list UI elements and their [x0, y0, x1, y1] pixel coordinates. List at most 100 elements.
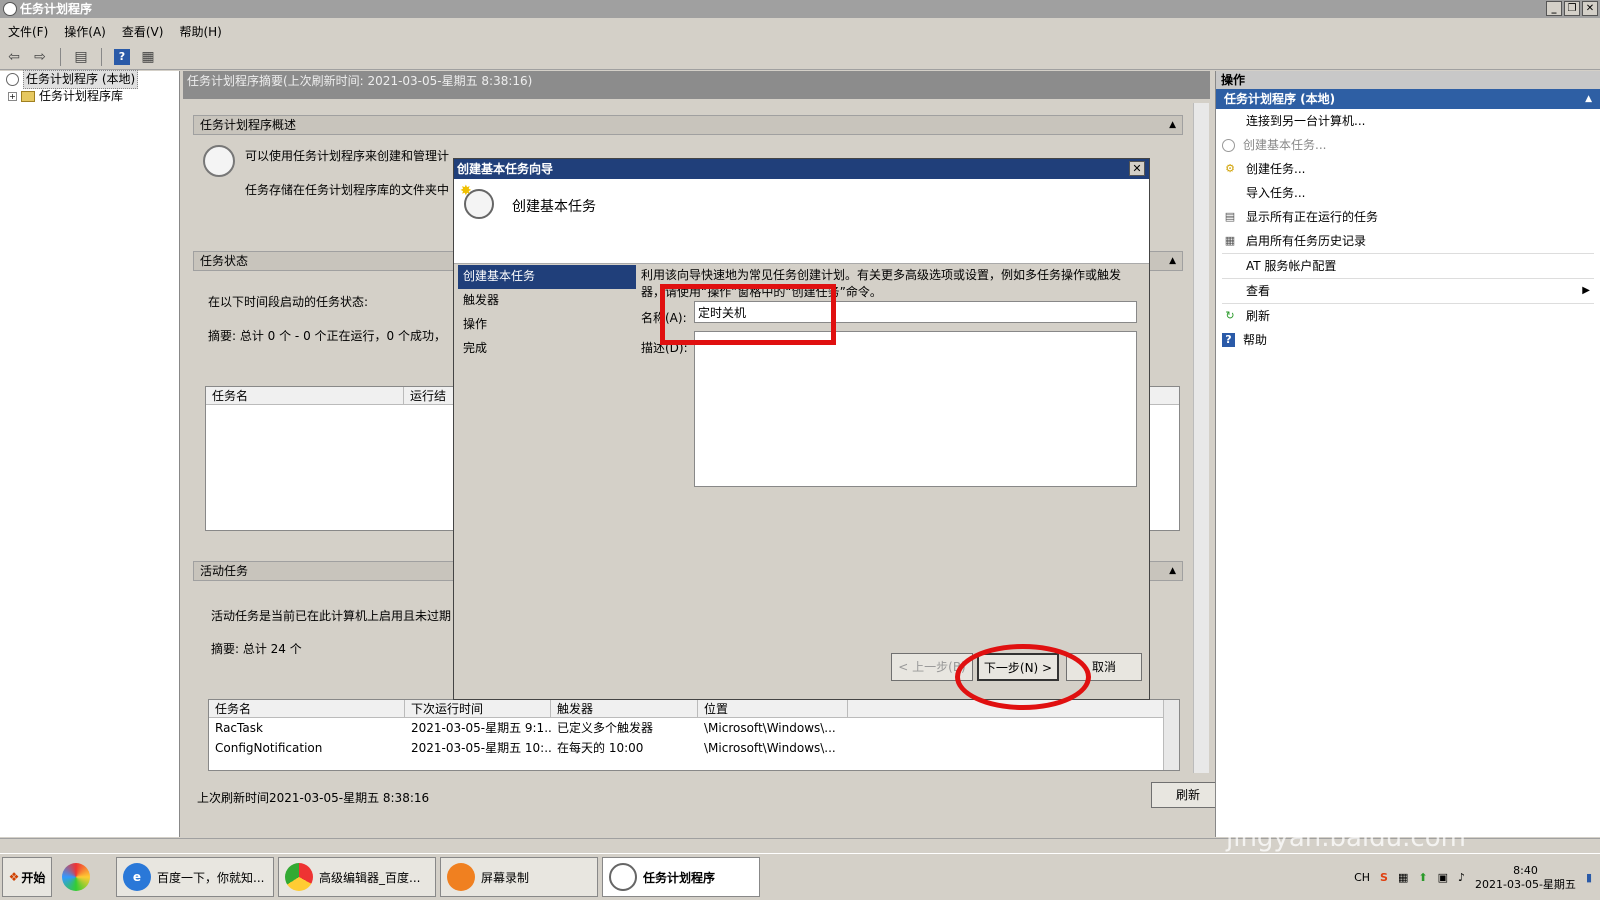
folder-icon [21, 91, 35, 102]
name-input[interactable]: 定时关机 [694, 301, 1137, 323]
back-button[interactable]: < 上一步(B) [891, 653, 973, 681]
status-title: 任务状态 [200, 254, 249, 268]
start-button[interactable]: ❖ 开始 [2, 857, 52, 897]
action-import-task[interactable]: 导入任务... [1216, 181, 1600, 205]
wizard-step-create[interactable]: 创建基本任务 [458, 265, 636, 289]
action-label: 连接到另一台计算机... [1246, 114, 1366, 128]
cell-next-run [405, 758, 551, 770]
sogou-icon[interactable]: S [1380, 871, 1388, 884]
dialog-close-button[interactable]: ✕ [1129, 161, 1145, 176]
actions-section-header[interactable]: 任务计划程序 (本地) ▲ [1216, 89, 1600, 109]
refresh-button[interactable]: 刷新 [1151, 782, 1225, 808]
wizard-description: 利用该向导快速地为常见任务创建计划。有关更多高级选项或设置，例如多任务操作或触发… [641, 267, 1141, 301]
menu-help[interactable]: 帮助(H) [179, 23, 221, 40]
wizard-step-action[interactable]: 操作 [458, 313, 636, 337]
cell-location: \Microsoft\Windows\... [704, 741, 836, 755]
collapse-icon[interactable]: ▲ [1169, 562, 1176, 580]
wizard-steps: 创建基本任务 触发器 操作 完成 [458, 265, 636, 361]
action-create-basic-task[interactable]: 创建基本任务... [1216, 133, 1600, 157]
minimize-button[interactable]: _ [1546, 1, 1562, 16]
wizard-step-finish[interactable]: 完成 [458, 337, 636, 361]
wizard-description-line2: 器，请使用“操作”窗格中的“创建任务”命令。 [641, 285, 882, 299]
table-row[interactable]: ConfigNotification 2021-03-05-星期五 10:...… [209, 738, 1179, 758]
tree-item-library[interactable]: + 任务计划程序库 [0, 88, 179, 105]
column-task-name[interactable]: 任务名 [206, 387, 404, 404]
toolbar-separator [60, 47, 61, 66]
action-connect-computer[interactable]: 连接到另一台计算机... [1216, 109, 1600, 133]
show-hide-tree-icon[interactable]: ▤ [71, 47, 91, 67]
action-help[interactable]: ? 帮助 [1216, 328, 1600, 352]
network-icon[interactable]: ▦ [1398, 871, 1408, 884]
volume-icon[interactable]: ♪ [1458, 871, 1465, 884]
next-button[interactable]: 下一步(N) > [977, 653, 1059, 681]
collapse-icon[interactable]: ▲ [1169, 252, 1176, 270]
taskbar-item-recorder[interactable]: 屏幕录制 [440, 857, 598, 897]
window-controls: _ ❐ ✕ [1546, 1, 1598, 16]
dialog-titlebar: 创建基本任务向导 ✕ [454, 159, 1149, 179]
clock-icon [203, 145, 235, 177]
clock-icon [609, 863, 637, 891]
quick-launch-app[interactable] [56, 857, 112, 897]
menu-action[interactable]: 操作(A) [64, 23, 106, 40]
action-create-task[interactable]: ⚙ 创建任务... [1216, 157, 1600, 181]
action-show-running[interactable]: ▤ 显示所有正在运行的任务 [1216, 205, 1600, 229]
back-arrow-icon[interactable]: ⇦ [4, 47, 24, 67]
action-label: 创建任务... [1246, 162, 1306, 176]
clock-time: 8:40 [1513, 863, 1538, 877]
column-next-run[interactable]: 下次运行时间 [405, 700, 551, 717]
screen-recorder-icon [447, 863, 475, 891]
status-line1: 在以下时间段启动的任务状态: [208, 295, 369, 309]
wizard-step-trigger[interactable]: 触发器 [458, 289, 636, 313]
active-title: 活动任务 [200, 564, 249, 578]
clock[interactable]: 8:40 2021-03-05-星期五 [1475, 864, 1576, 892]
summary-scrollbar[interactable] [1193, 103, 1209, 773]
show-hide-action-pane-icon[interactable]: ▦ [138, 47, 158, 67]
column-trigger[interactable]: 触发器 [551, 700, 698, 717]
taskbar: ❖ 开始 e 百度一下，你就知... 高级编辑器_百度... 屏幕录制 任务计划… [0, 853, 1600, 900]
help-icon: ? [1222, 333, 1235, 347]
system-tray: CH S ▦ ⬆ ▣ ♪ 8:40 2021-03-05-星期五 ▮ [1346, 854, 1600, 900]
active-summary: 摘要: 总计 24 个 [211, 642, 302, 656]
show-desktop-icon[interactable]: ▮ [1586, 871, 1592, 884]
taskbar-item-label: 百度一下，你就知... [157, 870, 265, 885]
list-scrollbar[interactable] [1163, 700, 1179, 770]
menu-view[interactable]: 查看(V) [122, 23, 164, 40]
action-label: 查看 [1246, 284, 1271, 298]
table-row[interactable]: RacTask 2021-03-05-星期五 9:1... 已定义多个触发器 \… [209, 718, 1179, 738]
cell-task-name [209, 758, 405, 770]
column-location[interactable]: 位置 [698, 700, 848, 717]
star-icon: ✸ [460, 183, 472, 199]
action-label: 启用所有任务历史记录 [1246, 234, 1367, 248]
help-button[interactable]: ? [112, 47, 132, 67]
clock-date: 2021-03-05-星期五 [1475, 877, 1576, 891]
taskbar-item-ie[interactable]: e 百度一下，你就知... [116, 857, 274, 897]
menu-file[interactable]: 文件(F) [8, 23, 48, 40]
monitor-icon[interactable]: ▣ [1438, 871, 1448, 884]
column-task-name[interactable]: 任务名 [209, 700, 405, 717]
action-enable-history[interactable]: ▦ 启用所有任务历史记录 [1216, 229, 1600, 253]
close-button[interactable]: ✕ [1582, 1, 1598, 16]
action-refresh[interactable]: ↻ 刷新 [1216, 304, 1600, 328]
action-view[interactable]: 查看 ▶ [1216, 279, 1600, 303]
expand-icon[interactable]: + [8, 92, 17, 101]
active-tasks-list[interactable]: 任务名 下次运行时间 触发器 位置 RacTask 2021-03-05-星期五… [208, 699, 1180, 771]
taskbar-item-task-scheduler[interactable]: 任务计划程序 [602, 857, 760, 897]
cancel-button[interactable]: 取消 [1066, 653, 1142, 681]
collapse-icon[interactable]: ▲ [1585, 89, 1592, 109]
taskbar-item-editor[interactable]: 高级编辑器_百度... [278, 857, 436, 897]
update-icon[interactable]: ⬆ [1418, 871, 1427, 884]
action-at-service[interactable]: AT 服务帐户配置 [1216, 254, 1600, 278]
ie-icon: e [123, 863, 151, 891]
collapse-icon[interactable]: ▲ [1169, 116, 1176, 134]
forward-arrow-icon[interactable]: ⇨ [30, 47, 50, 67]
overview-section-header[interactable]: 任务计划程序概述 ▲ [193, 115, 1183, 135]
maximize-button[interactable]: ❐ [1564, 1, 1580, 16]
tree-item-root[interactable]: 任务计划程序 (本地) [0, 70, 179, 89]
language-indicator[interactable]: CH [1354, 871, 1370, 884]
toolbar: ⇦ ⇨ ▤ ? ▦ [0, 44, 1600, 70]
description-textarea[interactable] [694, 331, 1137, 487]
create-basic-task-wizard: 创建基本任务向导 ✕ ✸ 创建基本任务 创建基本任务 触发器 操作 完成 利用该… [453, 158, 1150, 700]
cell-location: \Microsoft\Windows\... [704, 721, 836, 735]
clock-star-icon [1222, 138, 1235, 152]
table-row[interactable] [209, 758, 1179, 770]
